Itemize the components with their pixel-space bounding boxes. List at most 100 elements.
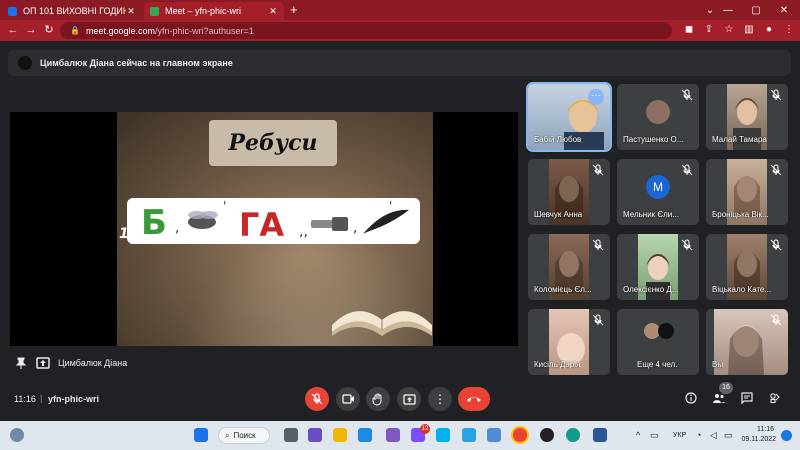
meeting-details-button[interactable] [684, 391, 698, 405]
mic-off-icon [770, 89, 782, 101]
tab-title: ОП 101 ВИХОВНІ ГОДИНИ [23, 6, 126, 16]
close-icon[interactable]: ✕ [126, 6, 136, 17]
participant-tile[interactable]: M Мельник Єли... [617, 159, 699, 225]
participant-avatar [658, 323, 674, 339]
mic-off-icon [311, 393, 323, 405]
meeting-code: yfn-phic-wri [48, 394, 99, 404]
meeting-time: 11:16 [14, 394, 36, 404]
word-icon[interactable] [593, 428, 607, 442]
participant-tile[interactable]: Коломієць Єл... [528, 234, 610, 300]
viber-notification-badge: 12 [420, 424, 430, 434]
input-language[interactable]: УКР [673, 432, 686, 439]
address-bar[interactable]: 🔒 meet.google.com/yfn-phic-wri?authuser=… [60, 22, 672, 39]
hand-icon [372, 393, 382, 405]
presenter-name: Цимбалюк Діана [58, 358, 128, 368]
start-menu-icon[interactable] [194, 428, 208, 442]
participant-tile[interactable]: Пастушенко О... [617, 84, 699, 150]
close-window-icon[interactable]: ✕ [769, 0, 799, 20]
participant-tile[interactable]: Броніцька Вік... [706, 159, 788, 225]
viber-icon[interactable] [386, 428, 400, 442]
participant-tile[interactable]: ⋯ Бабій Любов [526, 82, 612, 152]
tab-classroom[interactable]: ОП 101 ВИХОВНІ ГОДИНИ ✕ [2, 2, 142, 20]
menu-kebab-icon[interactable]: ⋮ [782, 23, 796, 37]
maximize-icon[interactable]: ▢ [741, 0, 771, 20]
profile-avatar-icon[interactable]: ● [762, 23, 776, 37]
network-icon[interactable]: ▭ [650, 430, 659, 441]
participant-tile-self[interactable]: Вы [706, 309, 788, 375]
taskbar-date[interactable]: 09.11.2022 [736, 436, 776, 443]
minimize-icon[interactable]: — [713, 0, 743, 20]
tab-meet[interactable]: Meet – yfn-phic-wri ✕ [144, 2, 284, 20]
participant-avatar: M [646, 175, 670, 199]
chat-button[interactable] [740, 391, 754, 405]
taskbar-time[interactable]: 11:16 [744, 426, 774, 433]
camera-status-icon[interactable]: ◼ [682, 23, 696, 37]
show-hidden-icons-icon[interactable]: ^ [636, 430, 640, 440]
new-tab-icon[interactable]: + [290, 2, 298, 17]
photos-icon[interactable] [487, 428, 501, 442]
chrome-icon[interactable] [513, 428, 527, 442]
presentation-stage[interactable]: Ребуси Б , ' ГА ,, , ' 1) [10, 112, 518, 346]
browser-toolbar: ← → ↻ 🔒 meet.google.com/yfn-phic-wri?aut… [0, 20, 800, 41]
windows-taskbar: ⌕ Поиск ^ ▭ УКР ◔ ◁ ▭ 11:16 09.11.2022 [0, 421, 800, 450]
participant-tile[interactable]: Віцькало Кате... [706, 234, 788, 300]
teams-chat-icon[interactable] [308, 428, 322, 442]
raise-hand-button[interactable] [366, 387, 390, 411]
hang-up-icon [467, 397, 481, 402]
taskbar-search[interactable]: ⌕ Поиск [218, 427, 270, 444]
info-icon [685, 392, 697, 404]
knife-sharpener-icon [311, 217, 348, 231]
activities-icon [770, 393, 780, 404]
volume-icon[interactable]: ◁ [710, 430, 717, 441]
svg-text:,: , [175, 220, 179, 236]
meeting-controls: 11:16 | yfn-phic-wri ⋮ [0, 378, 800, 418]
rebus-letter-b: Б [141, 203, 167, 243]
battery-icon[interactable]: ▭ [724, 430, 733, 441]
telegram-icon[interactable] [462, 428, 476, 442]
mic-toggle-button[interactable] [305, 387, 329, 411]
file-explorer-icon[interactable] [333, 428, 347, 442]
camera-toggle-button[interactable] [336, 387, 360, 411]
participant-tile[interactable]: Шевчук Анна [528, 159, 610, 225]
present-to-all-icon [402, 393, 416, 405]
skype-icon[interactable] [436, 428, 450, 442]
banner-text: Цимбалюк Діана сейчас на главном экране [40, 58, 233, 68]
wifi-icon[interactable]: ◔ [696, 430, 701, 440]
present-now-button[interactable] [397, 387, 421, 411]
mic-off-icon [681, 89, 693, 101]
reload-icon[interactable]: ↻ [42, 23, 56, 37]
screen-recorder-icon[interactable] [540, 428, 554, 442]
weather-icon[interactable] [10, 428, 24, 442]
presentation-banner: Цимбалюк Діана сейчас на главном экране [8, 50, 791, 76]
participant-tile-group[interactable]: Еще 4 чел. [617, 309, 699, 375]
share-icon[interactable]: ⇪ [702, 23, 716, 37]
participant-name: Кисіль Дарія [534, 360, 581, 369]
mic-off-icon [592, 164, 604, 176]
more-participants-label: Еще 4 чел. [637, 360, 678, 369]
leave-call-button[interactable] [458, 387, 490, 411]
tab-strip: ОП 101 ВИХОВНІ ГОДИНИ ✕ Meet – yfn-phic-… [0, 0, 800, 20]
slide-title: Ребуси [228, 130, 318, 156]
participant-tile[interactable]: Кисіль Дарія [528, 309, 610, 375]
notifications-icon[interactable] [781, 430, 792, 441]
pin-icon[interactable] [14, 356, 28, 370]
lock-icon[interactable]: 🔒 [70, 26, 80, 35]
task-view-icon[interactable] [284, 428, 298, 442]
mic-off-icon [592, 314, 604, 326]
search-label: Поиск [233, 431, 256, 440]
microsoft-store-icon[interactable] [358, 428, 372, 442]
participant-tile[interactable]: Олексієнко Д... [617, 234, 699, 300]
forward-icon[interactable]: → [24, 23, 38, 37]
activities-button[interactable] [768, 391, 782, 405]
participant-tile[interactable]: Малай Тамара [706, 84, 788, 150]
more-options-button[interactable]: ⋮ [428, 387, 452, 411]
close-icon[interactable]: ✕ [268, 6, 278, 17]
more-options-icon[interactable]: ⋯ [588, 89, 604, 105]
back-icon[interactable]: ← [6, 23, 20, 37]
bookmark-star-icon[interactable]: ☆ [722, 23, 736, 37]
mic-off-icon [681, 164, 693, 176]
side-panel-icon[interactable]: ▥ [742, 23, 756, 37]
participant-name: Коломієць Єл... [534, 285, 592, 294]
edge-icon[interactable] [566, 428, 580, 442]
mic-off-icon [770, 239, 782, 251]
